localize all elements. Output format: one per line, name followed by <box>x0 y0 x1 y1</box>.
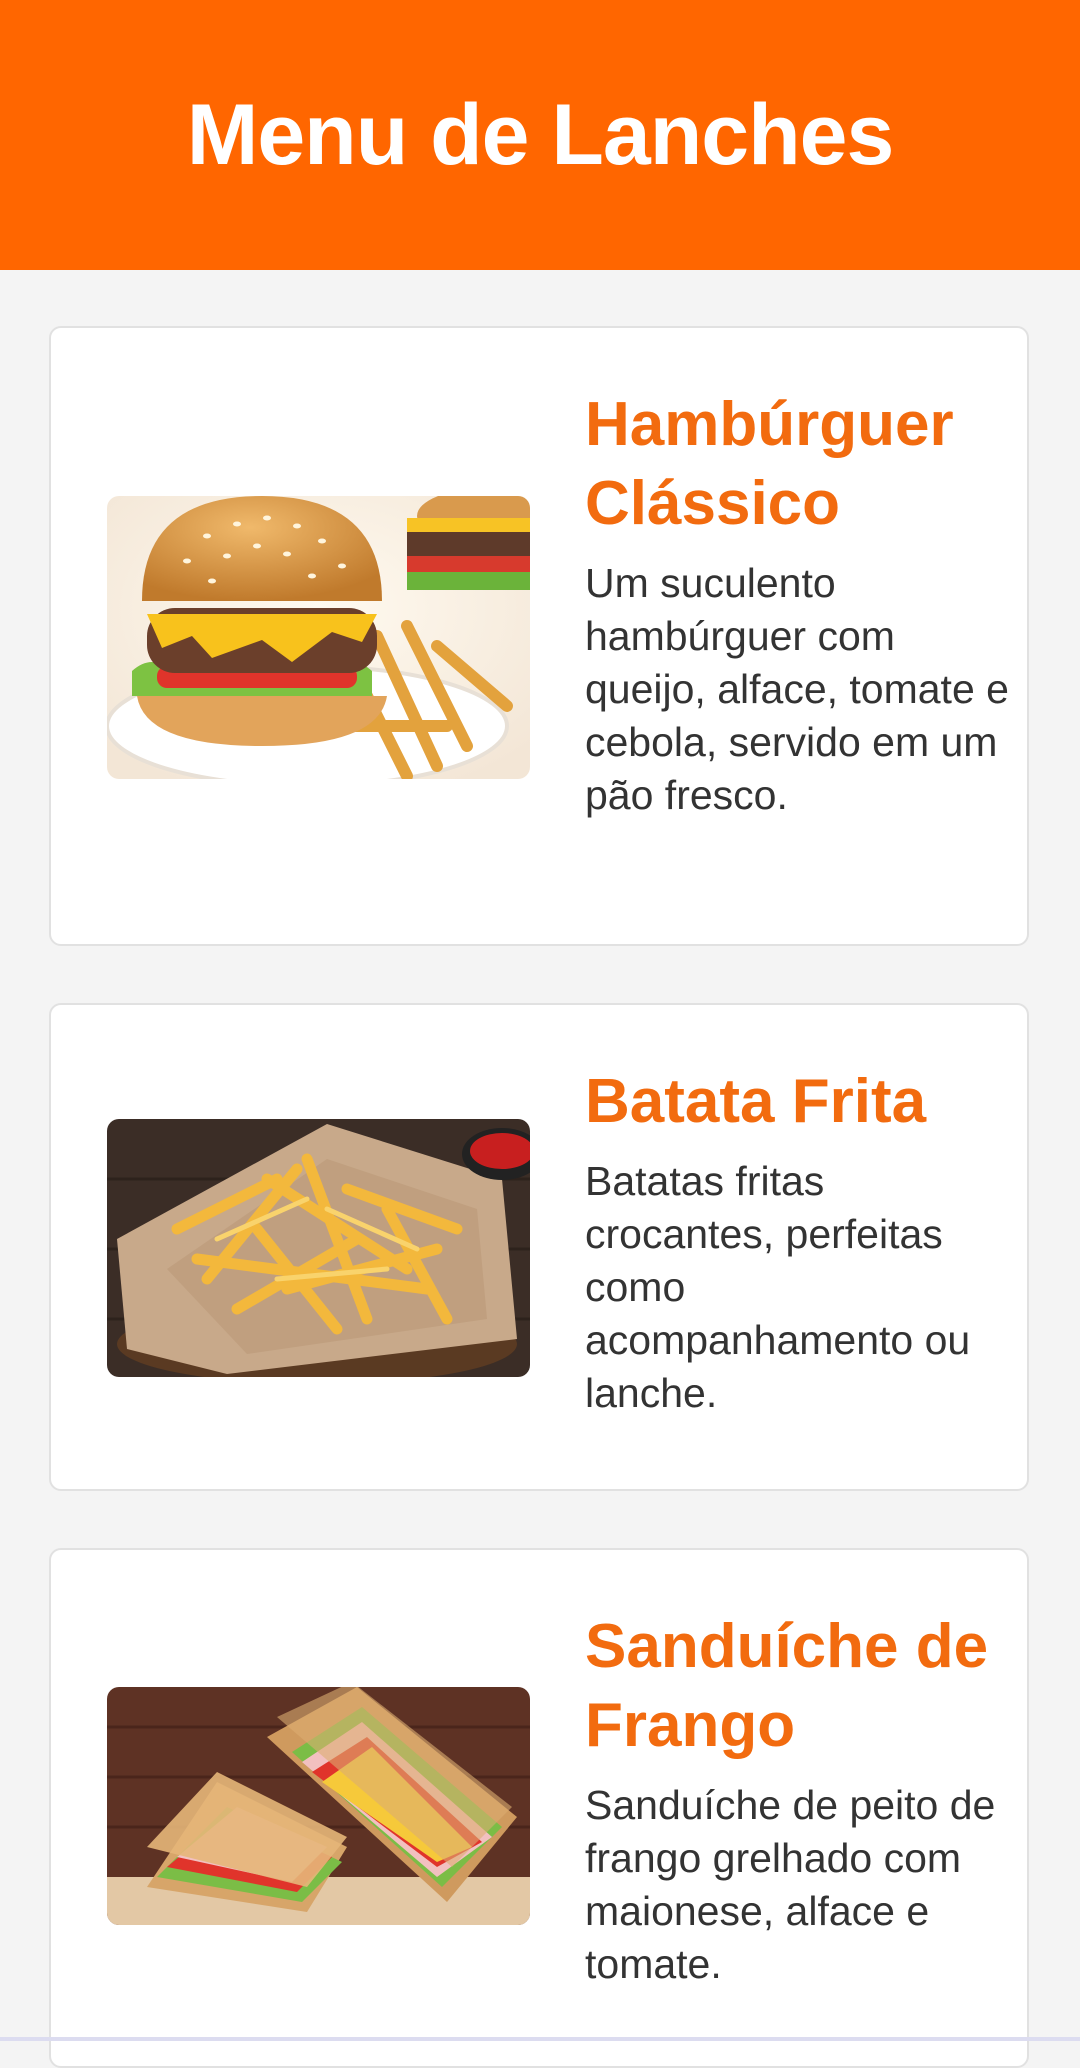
menu-item-title: Batata Frita <box>585 1067 927 1136</box>
menu-item-card[interactable]: Batata Frita Batatas fritas crocantes, p… <box>49 1003 1029 1491</box>
menu-item-description: Batatas fritas crocantes, perfeitas como… <box>585 1158 971 1416</box>
menu-item-title: Hambúrguer Clássico <box>585 390 954 538</box>
bottom-edge <box>0 2037 1080 2041</box>
app-header: Menu de Lanches <box>0 0 1080 270</box>
fries-image <box>107 1119 530 1377</box>
menu-item-card[interactable]: Sanduíche de Frango Sanduíche de peito d… <box>49 1548 1029 2068</box>
page-title: Menu de Lanches <box>186 86 895 183</box>
burger-image <box>107 496 530 779</box>
menu-item-description: Um suculento hambúrguer com queijo, alfa… <box>585 560 1009 818</box>
menu-item-title: Sanduíche de Frango <box>585 1612 989 1760</box>
menu-item-text: Hambúrguer Clássico Um suculento hambúrg… <box>585 385 1015 822</box>
menu-item-text: Sanduíche de Frango Sanduíche de peito d… <box>585 1607 1015 1991</box>
menu-item-description: Sanduíche de peito de frango grelhado co… <box>585 1782 996 1987</box>
sandwich-image <box>107 1687 530 1925</box>
menu-item-card[interactable]: Hambúrguer Clássico Um suculento hambúrg… <box>49 326 1029 946</box>
menu-item-text: Batata Frita Batatas fritas crocantes, p… <box>585 1062 1015 1420</box>
